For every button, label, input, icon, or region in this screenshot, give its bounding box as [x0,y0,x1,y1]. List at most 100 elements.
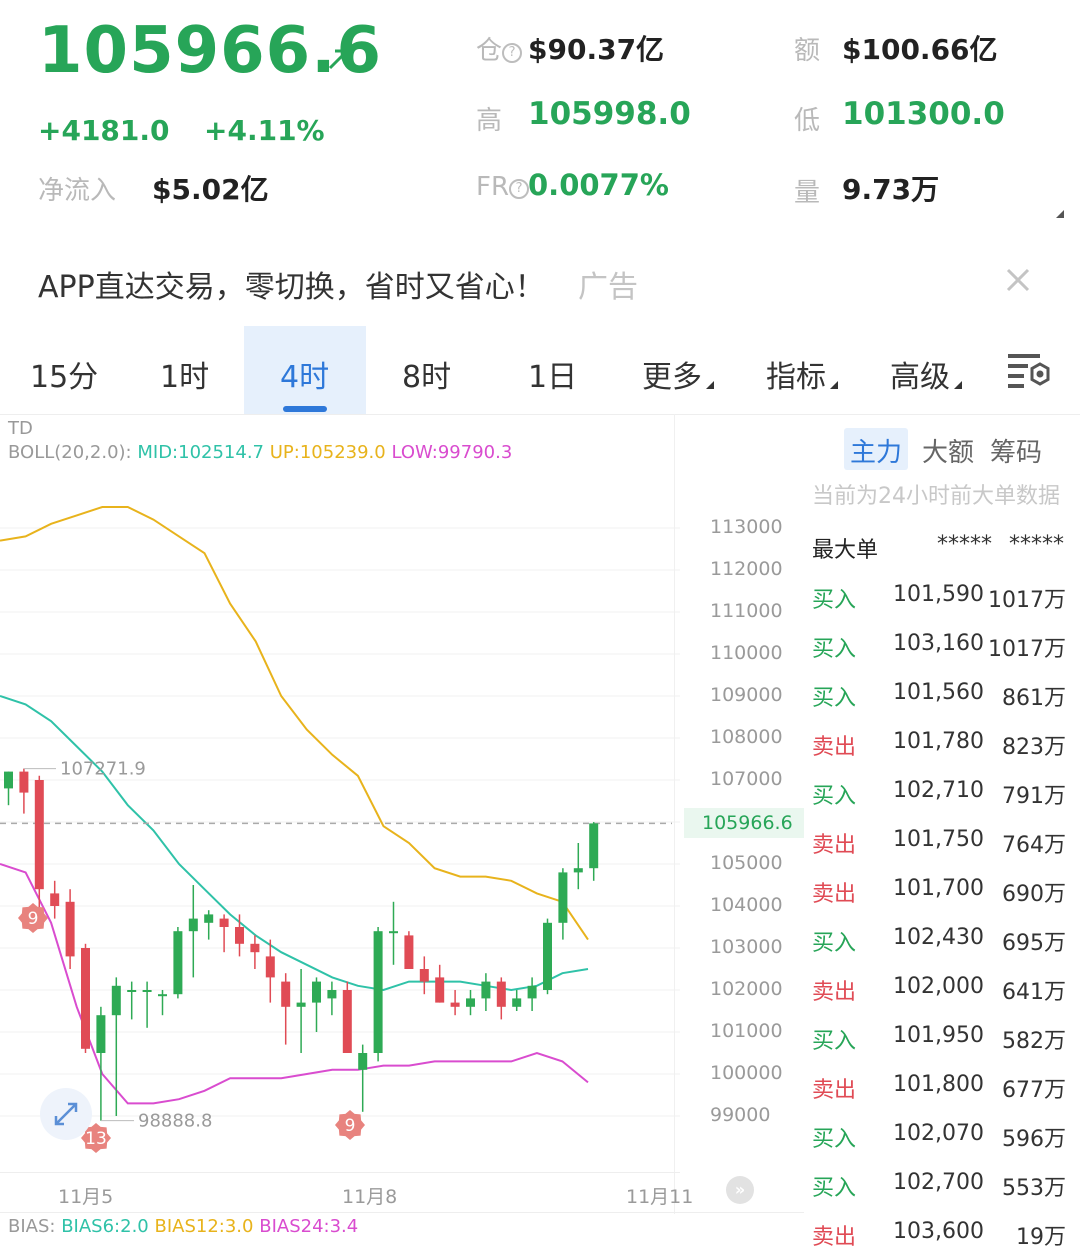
large-order-row: 买入 101,950 582万 [812,1023,1074,1063]
large-order-row: 卖出 103,600 19万 [812,1219,1074,1251]
order-amount: 641万 [1002,980,1066,1005]
candle-body [389,931,398,934]
tab-8h[interactable]: 8时 [402,352,451,396]
candle-body [219,918,229,927]
large-order-row: 卖出 101,780 823万 [812,729,1074,769]
order-side: 卖出 [812,735,857,760]
y-tick-label: 108000 [710,726,783,748]
tab-4h[interactable]: 4时 [280,352,329,396]
candle-body [327,990,337,999]
candle-body [250,943,260,953]
order-price: 101,750 [893,827,984,852]
y-tick-label: 107000 [710,768,783,790]
y-tick-label: 113000 [710,516,783,538]
order-side: 卖出 [812,1225,857,1250]
candle-body [404,935,414,969]
large-order-row: 卖出 102,000 641万 [812,974,1074,1014]
td-marker-label: 9 [28,909,39,929]
candle-body [265,956,275,978]
funding-rate-label[interactable]: FR? [476,172,530,202]
order-amount: 690万 [1002,882,1066,907]
caret-icon [830,381,838,389]
tab-large-amount[interactable]: 大额 [922,432,974,469]
order-amount: 677万 [1002,1078,1066,1103]
funding-rate-label-text: FR [476,172,510,202]
help-icon[interactable]: ? [509,179,530,199]
open-interest-label[interactable]: 仓? [476,30,523,67]
candle-body [281,981,291,1007]
candle-body [466,998,475,1007]
x-label-3: 11月11 [626,1186,694,1208]
scroll-latest-icon[interactable]: » [726,1176,754,1204]
order-amount: 596万 [1002,1127,1066,1152]
candle-body [235,927,244,944]
low-marker-label: 98888.8 [138,1111,212,1132]
boll-prefix: BOLL(20,2.0): [8,442,132,463]
high-value: 105998.0 [528,96,691,132]
candle-body [173,931,183,995]
td-marker-label: 13 [85,1129,107,1149]
net-inflow-value: $5.02亿 [152,173,269,206]
open-interest-value: $90.37亿 [528,33,665,66]
order-price: 101,800 [893,1072,984,1097]
order-price: 101,700 [893,876,984,901]
help-icon[interactable]: ? [502,43,523,63]
tab-advanced[interactable]: 高级 [890,352,962,396]
y-tick-label: 101000 [710,1020,783,1042]
order-amount: 764万 [1002,833,1066,858]
price-axis: 113000 112000 111000 110000 109000 108000 1070… [684,470,804,1170]
y-tick-label: 105000 [710,852,783,874]
boll-mid: MID:102514.7 [137,442,265,463]
ad-text[interactable]: APP直达交易，零切换，省时又省心！ [38,262,545,306]
candlestick-chart[interactable]: 107271.9 98888.8 9 13 9 [0,470,680,1170]
tab-main-force[interactable]: 主力 [844,428,908,470]
ad-tag: 广告 [578,270,638,305]
candle-body [496,981,506,1007]
tab-indicators[interactable]: 指标 [766,352,838,396]
expand-corner-icon[interactable] [1056,210,1064,218]
order-amount: 1017万 [988,637,1066,662]
tab-indicators-label: 指标 [766,360,826,395]
tab-more[interactable]: 更多 [642,352,714,396]
x-axis-divider [0,1172,680,1173]
boll-legend: BOLL(20,2.0): MID:102514.7 UP:105239.0 L… [8,442,512,463]
order-side: 卖出 [812,1078,857,1103]
order-price: 101,950 [893,1023,984,1048]
candle-body [127,990,137,992]
candle-body [589,823,599,869]
order-amount: 582万 [1002,1029,1066,1054]
order-side: 卖出 [812,833,857,858]
tab-15m[interactable]: 15分 [30,352,98,396]
order-amount: 695万 [1002,931,1066,956]
y-tick-label: 103000 [710,936,783,958]
chart-divider [674,414,675,1214]
td-indicator-label: TD [8,418,33,439]
y-tick-label: 99000 [710,1104,771,1126]
order-side: 卖出 [812,980,857,1005]
funding-rate-value: 0.0077% [528,168,669,202]
candle-body [50,893,60,906]
open-interest-label-text: 仓 [476,36,503,66]
y-tick-label: 104000 [710,894,783,916]
td-marker-label: 9 [345,1116,356,1136]
close-icon[interactable] [1000,262,1036,298]
bias-legend: BIAS: BIAS6:2.0 BIAS12:3.0 BIAS24:3.4 [8,1216,358,1237]
tab-1h[interactable]: 1时 [160,352,209,396]
large-order-row: 卖出 101,750 764万 [812,827,1074,867]
order-amount: 823万 [1002,735,1066,760]
candle-body [81,948,90,1049]
tab-chips[interactable]: 筹码 [990,432,1042,469]
tab-1d[interactable]: 1日 [528,352,577,396]
large-order-row: 买入 101,560 861万 [812,680,1074,720]
header-col1: ***** [937,532,992,557]
boll-upper-line [0,506,589,941]
bias24: BIAS24:3.4 [259,1216,359,1237]
y-tick-label: 112000 [710,558,783,580]
candle-body [543,922,552,990]
y-tick-label: 102000 [710,978,783,1000]
candle-body [373,931,383,1053]
candle-body [573,868,583,873]
chart-settings-icon[interactable] [1006,352,1052,390]
y-tick-label: 100000 [710,1062,783,1084]
td-marker: 9 [18,903,48,933]
